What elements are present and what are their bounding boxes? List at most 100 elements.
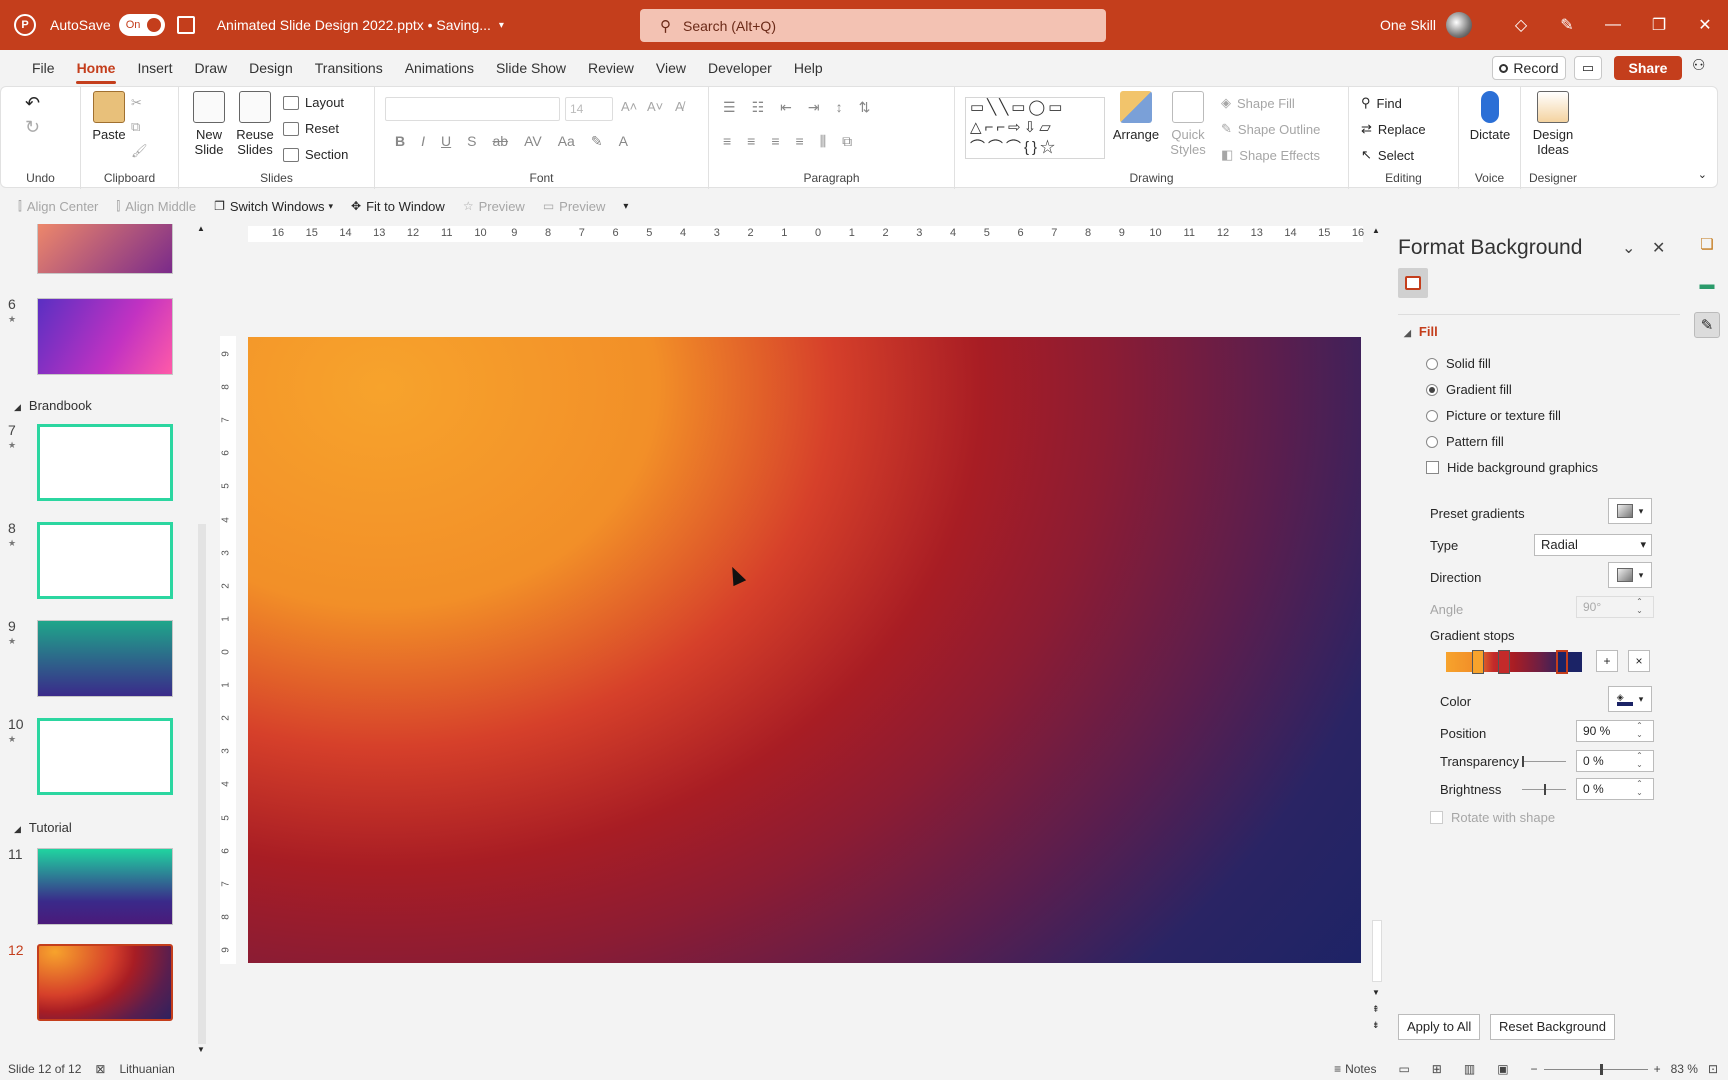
remove-stop-icon[interactable]: × bbox=[1628, 650, 1650, 672]
collapse-ribbon-icon[interactable]: ⌄ bbox=[1698, 168, 1707, 181]
font-color-icon[interactable]: A bbox=[619, 133, 628, 150]
rotate-with-shape-option[interactable]: Rotate with shape bbox=[1430, 810, 1555, 825]
section-brandbook[interactable]: ◢ Brandbook bbox=[14, 398, 92, 413]
diamond-icon[interactable]: ◇ bbox=[1498, 15, 1544, 35]
numbering-icon[interactable]: ☷ bbox=[752, 99, 765, 116]
increase-indent-icon[interactable]: ⇥ bbox=[808, 99, 820, 116]
position-spinner[interactable]: 90 % bbox=[1576, 720, 1654, 742]
shrink-font-icon[interactable]: A˅ bbox=[647, 99, 663, 114]
slide-sorter-icon[interactable]: ⊞ bbox=[1432, 1062, 1442, 1076]
section-tutorial[interactable]: ◢ Tutorial bbox=[14, 820, 72, 835]
restore-icon[interactable]: ❐ bbox=[1636, 15, 1682, 35]
gradient-stop-selected[interactable] bbox=[1556, 650, 1568, 674]
strikethrough-icon[interactable]: ab bbox=[492, 133, 508, 150]
text-direction-icon[interactable]: ⇅ bbox=[859, 99, 871, 116]
quick-styles-button[interactable]: Quick Styles bbox=[1165, 91, 1211, 157]
scroll-down-icon[interactable]: ▼ bbox=[1372, 988, 1380, 997]
undo-icon[interactable]: ↶ bbox=[25, 93, 40, 114]
direction-dropdown[interactable]: ▾ bbox=[1608, 562, 1652, 588]
fit-slide-icon[interactable]: ⊡ bbox=[1708, 1062, 1718, 1076]
switch-windows-button[interactable]: ❐ Switch Windows ▾ bbox=[214, 199, 333, 214]
tab-developer[interactable]: Developer bbox=[697, 50, 783, 86]
align-center-icon[interactable]: ≡ bbox=[747, 133, 755, 150]
tab-draw[interactable]: Draw bbox=[183, 50, 238, 86]
tab-view[interactable]: View bbox=[645, 50, 697, 86]
slide-thumbnail-5[interactable] bbox=[37, 224, 173, 274]
hide-background-checkbox[interactable] bbox=[1426, 461, 1439, 474]
minimize-icon[interactable]: — bbox=[1590, 16, 1636, 34]
fit-to-window-button[interactable]: ✥ Fit to Window bbox=[351, 199, 445, 214]
layout-button[interactable]: Layout bbox=[283, 95, 344, 110]
slide-scrollbar[interactable]: ▲ ▼ ⇞ ⇟ bbox=[1370, 226, 1384, 1036]
scroll-down-icon[interactable]: ▼ bbox=[197, 1045, 205, 1054]
zoom-slider[interactable] bbox=[1543, 1063, 1648, 1075]
language-indicator[interactable]: Lithuanian bbox=[119, 1062, 174, 1076]
select-button[interactable]: ↖ Select bbox=[1361, 147, 1414, 163]
picture-fill-radio[interactable] bbox=[1426, 409, 1438, 422]
autosave-toggle[interactable]: On bbox=[118, 14, 165, 36]
close-icon[interactable]: ✕ bbox=[1652, 238, 1665, 258]
search-input[interactable]: ⚲ Search (Alt+Q) bbox=[640, 9, 1106, 42]
slide-thumbnail-12[interactable] bbox=[37, 944, 173, 1021]
user-name[interactable]: One Skill bbox=[1380, 17, 1436, 33]
slide-canvas[interactable] bbox=[248, 337, 1361, 963]
notes-button[interactable]: Notes bbox=[1345, 1062, 1376, 1076]
decrease-indent-icon[interactable]: ⇤ bbox=[780, 99, 792, 116]
slide-thumbnail-6[interactable] bbox=[37, 298, 173, 375]
record-button[interactable]: Record bbox=[1492, 56, 1566, 80]
rotate-with-shape-checkbox[interactable] bbox=[1430, 811, 1443, 824]
shape-outline-button[interactable]: ✎ Shape Outline bbox=[1221, 121, 1320, 137]
next-slide-icon[interactable]: ⇟ bbox=[1372, 1020, 1380, 1031]
animation-pane-icon[interactable]: ▬ bbox=[1694, 272, 1720, 298]
bold-icon[interactable]: B bbox=[395, 133, 405, 150]
brightness-spinner[interactable]: 0 % bbox=[1576, 778, 1654, 800]
gradient-fill-option[interactable]: Gradient fill bbox=[1426, 382, 1512, 397]
highlight-icon[interactable]: ✎ bbox=[591, 133, 603, 150]
type-select[interactable]: Radial bbox=[1534, 534, 1652, 556]
smartart-icon[interactable]: ⧉ bbox=[842, 133, 852, 150]
slide-thumbnail-10[interactable] bbox=[37, 718, 173, 795]
angle-spinner[interactable]: 90° bbox=[1576, 596, 1654, 618]
arrange-button[interactable]: Arrange bbox=[1111, 91, 1161, 142]
pattern-fill-option[interactable]: Pattern fill bbox=[1426, 434, 1504, 449]
shadow-icon[interactable]: S bbox=[467, 133, 476, 150]
customize-qat-button[interactable]: ▾ bbox=[623, 201, 628, 212]
transparency-spinner[interactable]: 0 % bbox=[1576, 750, 1654, 772]
normal-view-icon[interactable]: ▭ bbox=[1398, 1062, 1409, 1076]
font-name-box[interactable] bbox=[385, 97, 560, 121]
close-icon[interactable]: ✕ bbox=[1682, 15, 1728, 35]
char-spacing-icon[interactable]: AV bbox=[524, 133, 542, 150]
bullets-icon[interactable]: ☰ bbox=[723, 99, 736, 116]
tab-file[interactable]: File bbox=[21, 50, 66, 86]
slide-thumbnail-7[interactable] bbox=[37, 424, 173, 501]
hide-background-option[interactable]: Hide background graphics bbox=[1426, 460, 1598, 475]
picture-fill-option[interactable]: Picture or texture fill bbox=[1426, 408, 1561, 423]
slide-thumbnail-8[interactable] bbox=[37, 522, 173, 599]
scroll-up-icon[interactable]: ▲ bbox=[1372, 226, 1380, 235]
apply-to-all-button[interactable]: Apply to All bbox=[1398, 1014, 1481, 1040]
align-middle-button[interactable]: ⫿ Align Middle bbox=[116, 199, 196, 214]
solid-fill-radio[interactable] bbox=[1426, 357, 1438, 370]
thumbnails-scrollbar[interactable]: ▲ ▼ bbox=[196, 224, 208, 1054]
find-button[interactable]: ⚲ Find bbox=[1361, 95, 1402, 111]
brightness-slider[interactable] bbox=[1522, 784, 1566, 795]
new-slide-button[interactable]: New Slide bbox=[189, 91, 229, 157]
person-icon[interactable]: ⚇ bbox=[1692, 56, 1705, 74]
zoom-slider-knob[interactable] bbox=[1599, 1063, 1603, 1075]
slider-knob[interactable] bbox=[1544, 784, 1546, 795]
justify-icon[interactable]: ≡ bbox=[796, 133, 804, 150]
accessibility-icon[interactable]: ⊠ bbox=[95, 1062, 105, 1076]
slide-thumbnail-11[interactable] bbox=[37, 848, 173, 925]
format-pane-icon[interactable]: ✎ bbox=[1694, 312, 1720, 338]
tab-review[interactable]: Review bbox=[577, 50, 645, 86]
fill-tab[interactable] bbox=[1398, 268, 1428, 298]
slideshow-icon[interactable]: ▣ bbox=[1497, 1062, 1508, 1076]
transparency-slider[interactable] bbox=[1522, 756, 1566, 767]
pattern-fill-radio[interactable] bbox=[1426, 435, 1438, 448]
tab-transitions[interactable]: Transitions bbox=[304, 50, 394, 86]
reuse-slides-button[interactable]: Reuse Slides bbox=[235, 91, 275, 157]
italic-icon[interactable]: I bbox=[421, 133, 425, 150]
replace-button[interactable]: ⇄ Replace bbox=[1361, 121, 1426, 137]
tab-insert[interactable]: Insert bbox=[126, 50, 183, 86]
reset-button[interactable]: Reset bbox=[283, 121, 339, 136]
